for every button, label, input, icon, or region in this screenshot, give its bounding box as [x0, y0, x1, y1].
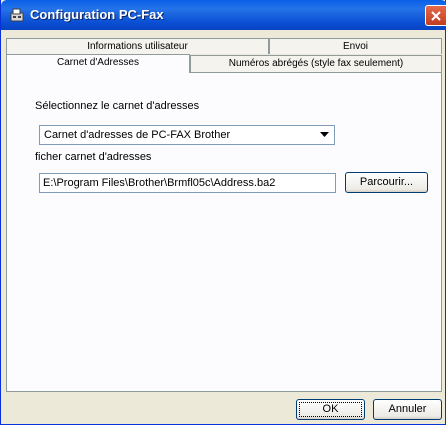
fax-icon [9, 7, 25, 23]
addressbook-file-label: ficher carnet d'adresses [35, 151, 152, 163]
tab-label: Carnet d'Adresses [57, 57, 139, 68]
close-icon [431, 11, 441, 21]
tab-label: Informations utilisateur [87, 41, 188, 52]
ok-button-label: OK [322, 403, 339, 415]
title-bar[interactable]: Configuration PC-Fax [1, 0, 446, 30]
cancel-button-label: Annuler [388, 403, 427, 415]
addressbook-file-field[interactable]: E:\Program Files\Brother\Brmfl05c\Addres… [39, 173, 336, 193]
chevron-down-icon [320, 132, 329, 137]
tab-label: Envoi [342, 41, 368, 52]
tab-numeros-abreges[interactable]: Numéros abrégés (style fax seulement) [190, 55, 442, 72]
tab-carnet-adresses[interactable]: Carnet d'Adresses [6, 54, 190, 73]
tab-panel [6, 72, 442, 392]
select-addressbook-label: Sélectionnez le carnet d'adresses [35, 100, 200, 112]
ok-button[interactable]: OK [296, 399, 365, 420]
addressbook-select-value: Carnet d'adresses de PC-FAX Brother [44, 129, 231, 141]
browse-button-label: Parcourir... [359, 176, 414, 188]
addressbook-file-value: E:\Program Files\Brother\Brmfl05c\Addres… [43, 177, 276, 189]
dialog-window: Configuration PC-Fax Informations utilis… [0, 0, 446, 425]
window-title: Configuration PC-Fax [30, 7, 164, 22]
browse-button[interactable]: Parcourir... [345, 172, 428, 193]
addressbook-select[interactable]: Carnet d'adresses de PC-FAX Brother [39, 125, 335, 145]
dropdown-button[interactable] [317, 127, 333, 143]
tab-label: Numéros abrégés (style fax seulement) [228, 58, 404, 69]
close-button[interactable] [425, 5, 446, 26]
cancel-button[interactable]: Annuler [373, 399, 442, 420]
tab-informations-utilisateur[interactable]: Informations utilisateur [6, 38, 269, 54]
tab-envoi[interactable]: Envoi [269, 38, 442, 54]
